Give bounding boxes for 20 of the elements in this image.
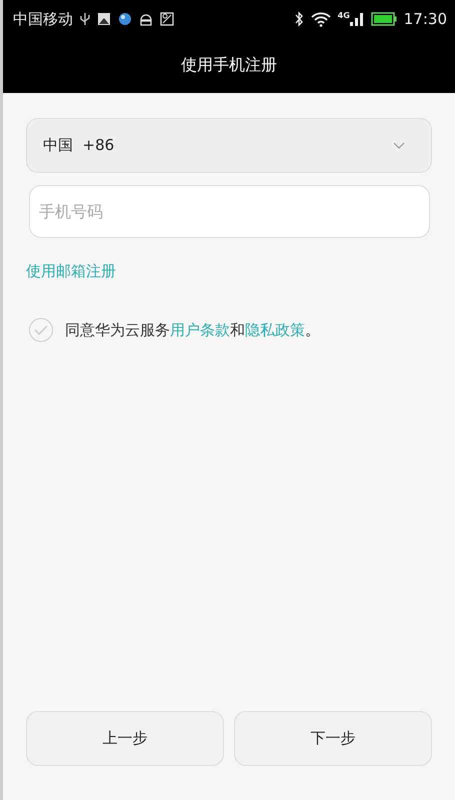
usb-icon	[80, 12, 90, 26]
bluetooth-icon	[294, 11, 304, 27]
screen-title: 使用手机注册	[181, 55, 277, 76]
chevron-down-icon	[393, 142, 405, 150]
phone-number-field[interactable]: 手机号码	[29, 185, 430, 238]
back-button[interactable]: 上一步	[26, 711, 224, 766]
image-icon	[97, 12, 111, 26]
next-button[interactable]: 下一步	[234, 711, 432, 766]
country-dropdown[interactable]: 中国 +86	[26, 118, 432, 173]
signal-icon	[350, 12, 364, 26]
carrier-name: 中国移动	[13, 10, 73, 28]
clock-time: 17:30	[404, 10, 447, 28]
globe-icon	[118, 12, 132, 26]
agree-checkbox[interactable]	[29, 318, 53, 342]
network-label: 4G	[338, 12, 350, 20]
picture-icon	[160, 12, 174, 26]
battery-icon	[370, 12, 397, 26]
agreement-text: 同意华为云服务用户条款和隐私政策。	[65, 320, 320, 340]
checkmark-icon	[34, 325, 48, 335]
wifi-icon	[310, 11, 331, 27]
